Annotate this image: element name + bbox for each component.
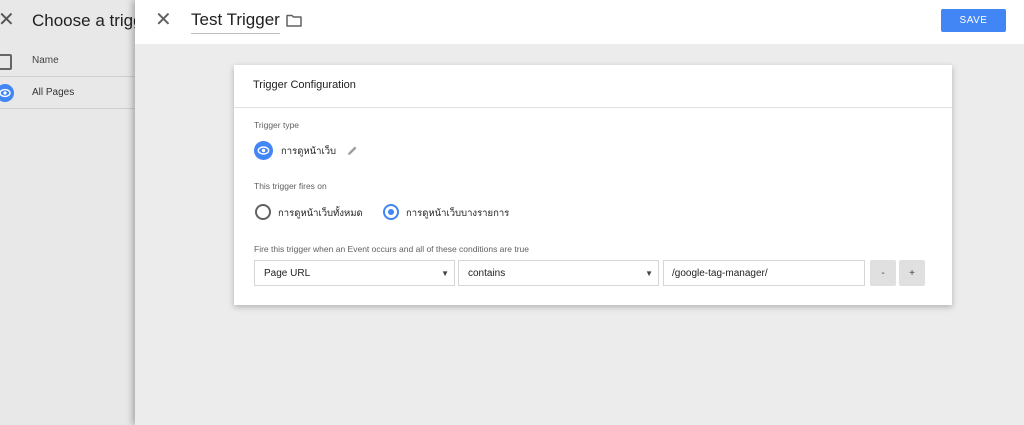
folder-icon[interactable] [286,13,302,27]
background-title: Choose a trigg [32,11,143,30]
trigger-list-item-label: All Pages [32,87,75,98]
all-page-views-radio[interactable] [255,204,271,220]
trigger-type-value[interactable]: การดูหน้าเว็บ [281,144,336,159]
trigger-type-label: Trigger type [254,120,300,130]
background-close-icon[interactable]: ✕ [0,10,16,30]
eye-icon [0,84,14,102]
condition-label: Fire this trigger when an Event occurs a… [254,244,529,254]
pencil-icon[interactable] [347,143,358,155]
editor-toolbar: ✕ Test Trigger SAVE [135,0,1024,44]
operator-select-value: contains [468,268,506,279]
all-page-views-label[interactable]: การดูหน้าเว็บทั้งหมด [278,206,363,221]
operator-select[interactable]: contains ▼ [458,260,659,286]
fires-on-label: This trigger fires on [254,181,327,191]
trigger-configuration-card: Trigger Configuration Trigger type การดู… [234,65,952,305]
variable-select[interactable]: Page URL ▼ [254,260,455,286]
trigger-name-input[interactable]: Test Trigger [191,10,280,34]
close-icon[interactable]: ✕ [155,10,175,30]
card-header: Trigger Configuration [234,65,952,108]
some-page-views-label[interactable]: การดูหน้าเว็บบางรายการ [406,206,509,221]
condition-value-input[interactable]: /google-tag-manager/ [663,260,865,286]
dropdown-arrow-icon: ▼ [441,269,449,278]
some-page-views-radio[interactable] [383,204,399,220]
condition-value-text: /google-tag-manager/ [672,268,768,279]
dropdown-arrow-icon: ▼ [645,269,653,278]
remove-condition-button[interactable]: - [870,260,896,286]
select-all-checkbox[interactable] [0,54,12,70]
save-button[interactable]: SAVE [941,9,1006,32]
add-condition-button[interactable]: + [899,260,925,286]
eye-icon[interactable] [254,141,273,160]
card-title: Trigger Configuration [253,79,356,91]
name-column-header[interactable]: Name [32,55,59,66]
variable-select-value: Page URL [264,268,311,279]
